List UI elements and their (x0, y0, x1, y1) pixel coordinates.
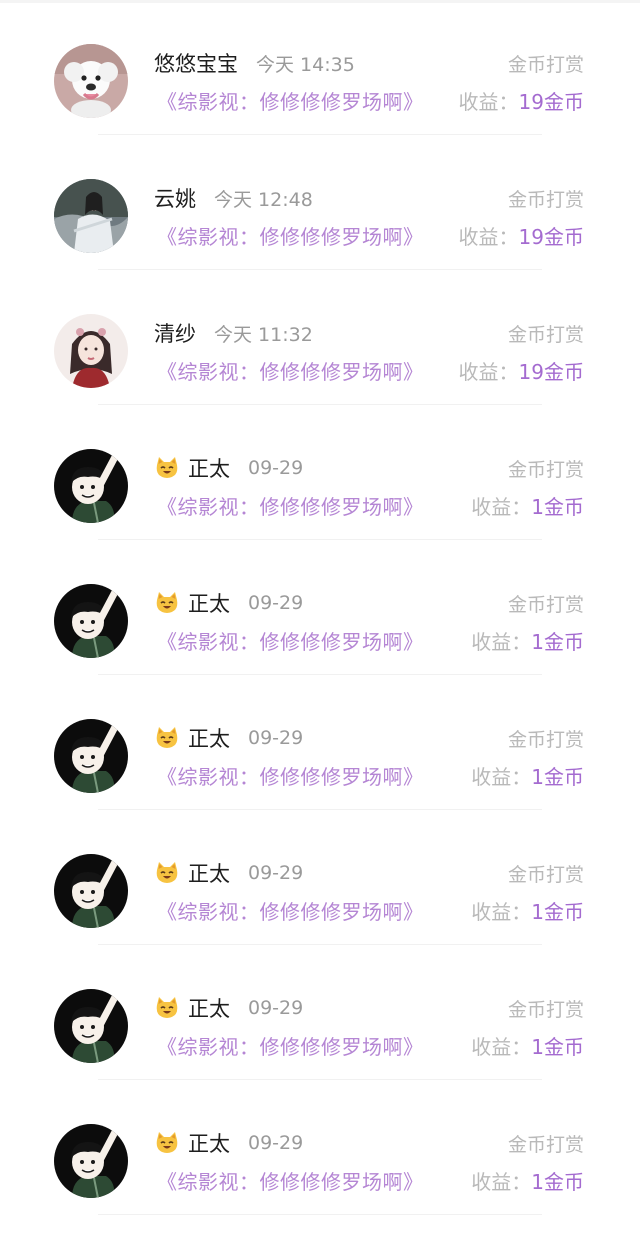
income-label: 收益： (471, 495, 532, 519)
book-title[interactable]: 《综影视：修修修修罗场啊》 (157, 491, 424, 520)
income-label: 收益： (471, 630, 532, 654)
user-name[interactable]: 正太 (188, 723, 230, 753)
ancient-lady-avatar[interactable] (54, 314, 128, 388)
user-name[interactable]: 云姚 (154, 183, 196, 213)
reward-type: 金币打赏 (507, 594, 584, 616)
cartoon-boy-avatar[interactable] (54, 584, 128, 658)
income: 收益：1金币 (471, 896, 584, 925)
book-title[interactable]: 《综影视：修修修修罗场啊》 (157, 896, 424, 925)
user-name[interactable]: 正太 (188, 993, 230, 1023)
user-name[interactable]: 正太 (188, 453, 230, 483)
reward-row[interactable]: 正太 09-29 金币打赏 《综影视：修修修修罗场啊》 收益：1金币 (0, 540, 640, 675)
reward-row[interactable]: 清纱 今天 11:32 金币打赏 《综影视：修修修修罗场啊》 收益：19金币 (0, 270, 640, 405)
book-title[interactable]: 《综影视：修修修修罗场啊》 (157, 86, 424, 115)
book-title[interactable]: 《综影视：修修修修罗场啊》 (157, 1166, 424, 1195)
book-title[interactable]: 《综影视：修修修修罗场啊》 (157, 626, 424, 655)
reward-row[interactable]: 正太 09-29 金币打赏 《综影视：修修修修罗场啊》 收益：1金币 (0, 1080, 640, 1215)
reward-time: 今天 14:35 (256, 53, 355, 76)
name-line: 正太 09-29 (154, 588, 303, 618)
cartoon-boy-avatar[interactable] (54, 719, 128, 793)
reward-time: 今天 11:32 (214, 323, 313, 346)
income-value: 19金币 (518, 90, 584, 114)
income: 收益：1金币 (471, 1166, 584, 1195)
reward-type: 金币打赏 (507, 729, 584, 751)
income-value: 19金币 (518, 225, 584, 249)
book-title[interactable]: 《综影视：修修修修罗场啊》 (157, 221, 424, 250)
name-line: 正太 09-29 (154, 1128, 303, 1158)
reward-row[interactable]: 悠悠宝宝 今天 14:35 金币打赏 《综影视：修修修修罗场啊》 收益：19金币 (0, 0, 640, 135)
income: 收益：1金币 (471, 1031, 584, 1060)
reward-time: 09-29 (248, 1132, 304, 1154)
income: 收益：19金币 (459, 221, 584, 250)
reward-row[interactable]: 正太 09-29 金币打赏 《综影视：修修修修罗场啊》 收益：1金币 (0, 405, 640, 540)
reward-row[interactable]: 正太 09-29 金币打赏 《综影视：修修修修罗场啊》 收益：1金币 (0, 945, 640, 1080)
reward-time: 09-29 (248, 592, 304, 614)
income-label: 收益： (458, 225, 519, 249)
reward-type: 金币打赏 (507, 54, 584, 76)
name-line: 正太 09-29 (154, 723, 303, 753)
swordsman-avatar[interactable] (54, 179, 128, 253)
name-line: 正太 09-29 (154, 858, 303, 888)
reward-time: 09-29 (248, 457, 304, 479)
income-label: 收益： (471, 900, 532, 924)
name-line: 正太 09-29 (154, 453, 303, 483)
income: 收益：19金币 (459, 86, 584, 115)
cat-emoji-icon (156, 1132, 178, 1153)
income-label: 收益： (458, 360, 519, 384)
cat-emoji-icon (156, 997, 178, 1018)
reward-time: 09-29 (248, 862, 304, 884)
reward-type: 金币打赏 (507, 999, 584, 1021)
income-value: 1金币 (531, 495, 584, 519)
income: 收益：19金币 (459, 356, 584, 385)
cartoon-boy-avatar[interactable] (54, 989, 128, 1063)
user-name[interactable]: 正太 (188, 1128, 230, 1158)
income: 收益：1金币 (471, 761, 584, 790)
cartoon-boy-avatar[interactable] (54, 1124, 128, 1198)
income-label: 收益： (471, 765, 532, 789)
book-title[interactable]: 《综影视：修修修修罗场啊》 (157, 356, 424, 385)
reward-time: 09-29 (248, 997, 304, 1019)
income-label: 收益： (471, 1035, 532, 1059)
reward-row[interactable]: 正太 09-29 金币打赏 《综影视：修修修修罗场啊》 收益：1金币 (0, 810, 640, 945)
name-line: 清纱 今天 11:32 (154, 318, 313, 348)
income-label: 收益： (458, 90, 519, 114)
income: 收益：1金币 (471, 626, 584, 655)
dog-avatar[interactable] (54, 44, 128, 118)
reward-row[interactable]: 正太 09-29 金币打赏 《综影视：修修修修罗场啊》 收益：1金币 (0, 675, 640, 810)
income-value: 1金币 (531, 765, 584, 789)
reward-type: 金币打赏 (507, 189, 584, 211)
income-value: 1金币 (531, 1035, 584, 1059)
income-value: 1金币 (531, 900, 584, 924)
user-name[interactable]: 悠悠宝宝 (154, 48, 238, 78)
income-value: 1金币 (531, 1170, 584, 1194)
reward-type: 金币打赏 (507, 864, 584, 886)
income-label: 收益： (471, 1170, 532, 1194)
reward-row[interactable]: 云姚 今天 12:48 金币打赏 《综影视：修修修修罗场啊》 收益：19金币 (0, 135, 640, 270)
book-title[interactable]: 《综影视：修修修修罗场啊》 (157, 1031, 424, 1060)
income-value: 19金币 (518, 360, 584, 384)
user-name[interactable]: 正太 (188, 588, 230, 618)
cat-emoji-icon (156, 592, 178, 613)
reward-type: 金币打赏 (507, 1134, 584, 1156)
name-line: 悠悠宝宝 今天 14:35 (154, 48, 355, 78)
book-title[interactable]: 《综影视：修修修修罗场啊》 (157, 761, 424, 790)
reward-time: 09-29 (248, 727, 304, 749)
cartoon-boy-avatar[interactable] (54, 854, 128, 928)
cat-emoji-icon (156, 862, 178, 883)
name-line: 云姚 今天 12:48 (154, 183, 313, 213)
income: 收益：1金币 (471, 491, 584, 520)
user-name[interactable]: 清纱 (154, 318, 196, 348)
reward-time: 今天 12:48 (214, 188, 313, 211)
reward-type: 金币打赏 (507, 324, 584, 346)
reward-type: 金币打赏 (507, 459, 584, 481)
cat-emoji-icon (156, 457, 178, 478)
cartoon-boy-avatar[interactable] (54, 449, 128, 523)
income-value: 1金币 (531, 630, 584, 654)
row-divider (98, 1214, 542, 1215)
name-line: 正太 09-29 (154, 993, 303, 1023)
user-name[interactable]: 正太 (188, 858, 230, 888)
cat-emoji-icon (156, 727, 178, 748)
